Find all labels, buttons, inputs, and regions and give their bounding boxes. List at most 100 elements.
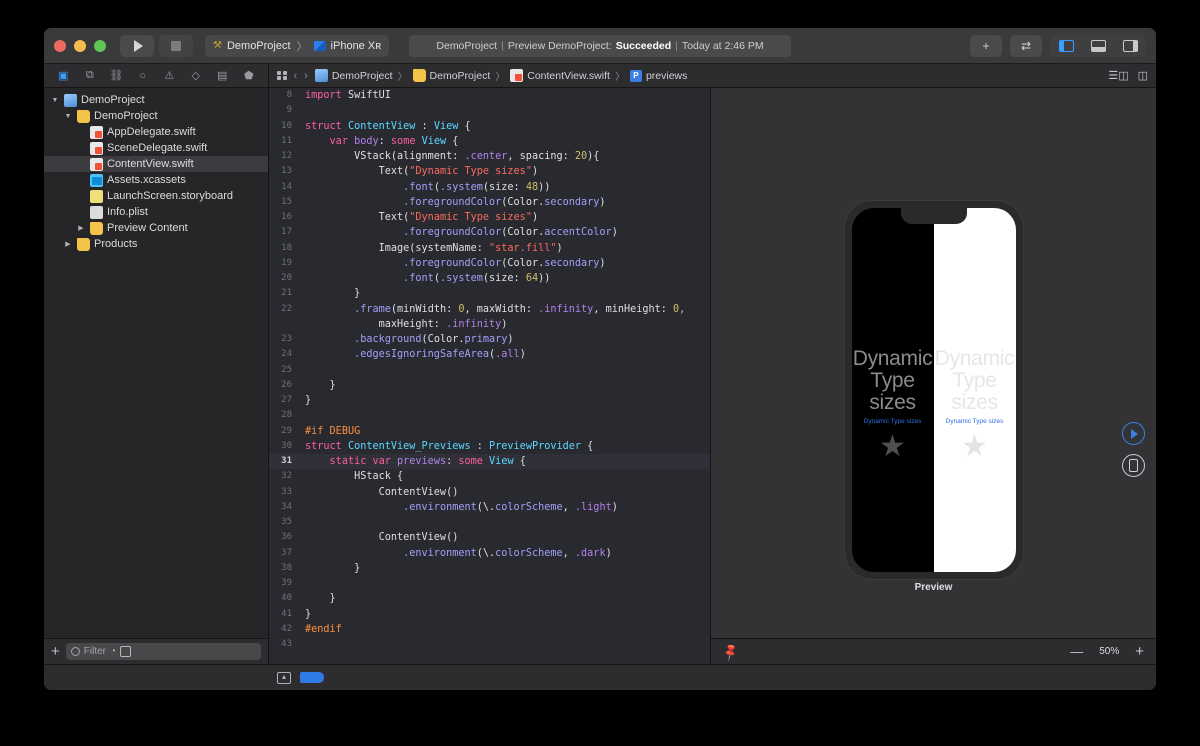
- preview-on-device-button[interactable]: [1122, 454, 1145, 477]
- minimap-icon[interactable]: ☰◫: [1108, 69, 1128, 82]
- assistant-editor-icon[interactable]: ◫: [1138, 69, 1148, 82]
- tree-item[interactable]: ▶ContentView.swift: [44, 156, 268, 172]
- source-code-editor[interactable]: 8 import SwiftUI 9 10 struct ContentView : V…: [269, 88, 710, 664]
- navigator-tab-source-control-navigator[interactable]: ⧉: [81, 68, 98, 83]
- filter-input[interactable]: Filter ◔: [65, 643, 261, 660]
- breadcrumb-item[interactable]: ContentView.swift: [527, 70, 610, 82]
- code-line[interactable]: 12 VStack(alignment: .center, spacing: 2…: [269, 149, 710, 164]
- add-editor-button[interactable]: +: [970, 34, 1002, 57]
- code-line[interactable]: 26 }: [269, 378, 710, 393]
- code-line[interactable]: maxHeight: .infinity): [269, 317, 710, 332]
- scheme-selector[interactable]: ⚒ DemoProject 〉 iPhone Xʀ: [205, 34, 390, 57]
- code-line[interactable]: 23 .background(Color.primary): [269, 332, 710, 347]
- tree-item[interactable]: ▶AppDelegate.swift: [44, 124, 268, 140]
- code-line[interactable]: 14 .font(.system(size: 48)): [269, 180, 710, 195]
- image-preview-icon[interactable]: ▲: [277, 671, 291, 684]
- code-line[interactable]: 27}: [269, 393, 710, 408]
- code-line[interactable]: 18 Image(systemName: "star.fill"): [269, 241, 710, 256]
- run-button[interactable]: [120, 34, 154, 57]
- code-line[interactable]: 13 Text("Dynamic Type sizes"): [269, 164, 710, 179]
- code-line[interactable]: 10 struct ContentView : View {: [269, 119, 710, 134]
- back-button[interactable]: ‹: [294, 70, 298, 82]
- code-line[interactable]: 34 .environment(\.colorScheme, .light): [269, 500, 710, 515]
- forward-button[interactable]: ›: [304, 70, 308, 82]
- navigator-tab-project-navigator[interactable]: ▣: [55, 68, 72, 83]
- toggle-navigator-button[interactable]: [1050, 35, 1082, 57]
- disclosure-triangle-icon[interactable]: ▼: [50, 97, 60, 104]
- disclosure-triangle-icon[interactable]: ▼: [63, 113, 73, 120]
- bottom-panel-icon: [1090, 39, 1106, 52]
- close-window-button[interactable]: [54, 39, 66, 52]
- code-line[interactable]: 40 }: [269, 591, 710, 606]
- navigator-tab-debug-navigator[interactable]: ▤: [214, 68, 231, 83]
- code-line[interactable]: 32 HStack {: [269, 469, 710, 484]
- zoom-in-button[interactable]: +: [1135, 644, 1144, 659]
- navigator-tab-issue-navigator[interactable]: ⚠: [161, 68, 178, 83]
- code-line[interactable]: 11 var body: some View {: [269, 134, 710, 149]
- code-line[interactable]: 30 struct ContentView_Previews : PreviewP…: [269, 439, 710, 454]
- code-line[interactable]: 22 .frame(minWidth: 0, maxWidth: .infini…: [269, 302, 710, 317]
- disclosure-triangle-icon[interactable]: ▶: [76, 224, 86, 232]
- line-number: 8: [286, 90, 292, 100]
- breadcrumb-item[interactable]: DemoProject: [332, 70, 393, 82]
- code-line-text: #endif: [305, 623, 342, 635]
- filter-toggle-icon[interactable]: [120, 646, 132, 657]
- breadcrumb-item[interactable]: DemoProject: [430, 70, 491, 82]
- code-line[interactable]: 25: [269, 363, 710, 378]
- stop-button[interactable]: [159, 34, 193, 57]
- toggle-debug-area-button[interactable]: [1082, 35, 1114, 57]
- minimize-window-button[interactable]: [74, 39, 86, 52]
- navigator-tab-test-navigator[interactable]: ◇: [187, 68, 204, 83]
- tree-item[interactable]: ▶LaunchScreen.storyboard: [44, 188, 268, 204]
- tree-item[interactable]: ▶Info.plist: [44, 204, 268, 220]
- code-line[interactable]: 43: [269, 637, 710, 652]
- add-file-button[interactable]: +: [51, 644, 60, 659]
- code-line[interactable]: 36 ContentView(): [269, 530, 710, 545]
- maximize-window-button[interactable]: [94, 39, 106, 52]
- code-line[interactable]: 41}: [269, 607, 710, 622]
- toggle-inspector-button[interactable]: [1114, 35, 1146, 57]
- code-line[interactable]: 8 import SwiftUI: [269, 88, 710, 103]
- code-line[interactable]: 42 #endif: [269, 622, 710, 637]
- scheme-project-label: DemoProject: [226, 39, 291, 52]
- zoom-out-button[interactable]: —: [1070, 645, 1083, 658]
- code-line[interactable]: 28: [269, 408, 710, 423]
- code-line[interactable]: 38 }: [269, 561, 710, 576]
- tree-item[interactable]: ▼ DemoProject: [44, 92, 268, 108]
- code-line[interactable]: 17 .foregroundColor(Color.accentColor): [269, 225, 710, 240]
- recent-files-icon[interactable]: ◔: [110, 646, 116, 657]
- code-line[interactable]: 19 .foregroundColor(Color.secondary): [269, 256, 710, 271]
- live-preview-button[interactable]: [1122, 422, 1145, 445]
- code-line[interactable]: 35: [269, 515, 710, 530]
- code-line[interactable]: 21 }: [269, 286, 710, 301]
- preview-device[interactable]: Dynamic Type sizes Dynamic Type sizes ★ …: [843, 200, 1024, 580]
- navigator-tab-symbol-navigator[interactable]: ⛓: [108, 68, 125, 83]
- code-line[interactable]: 20 .font(.system(size: 64)): [269, 271, 710, 286]
- code-line[interactable]: 37 .environment(\.colorScheme, .dark): [269, 546, 710, 561]
- code-line[interactable]: 24 .edgesIgnoringSafeArea(.all): [269, 347, 710, 362]
- code-line[interactable]: 9: [269, 103, 710, 118]
- toggle-editor-mode-button[interactable]: ⇄: [1010, 34, 1042, 57]
- tree-item-label: AppDelegate.swift: [107, 126, 196, 138]
- code-line-text: }: [305, 288, 361, 300]
- code-line[interactable]: 15 .foregroundColor(Color.secondary): [269, 195, 710, 210]
- tree-item[interactable]: ▼ DemoProject: [44, 108, 268, 124]
- breadcrumb-item[interactable]: previews: [646, 70, 687, 82]
- related-items-icon[interactable]: [277, 70, 287, 81]
- pin-preview-icon[interactable]: 📌: [720, 641, 740, 661]
- code-line[interactable]: 31 static var previews: some View {: [269, 454, 710, 470]
- tree-item[interactable]: ▶ Preview Content: [44, 220, 268, 236]
- tree-item[interactable]: ▶SceneDelegate.swift: [44, 140, 268, 156]
- tree-item[interactable]: ▶ Products: [44, 236, 268, 252]
- line-number: 28: [281, 410, 292, 421]
- tag-indicator[interactable]: [300, 672, 324, 683]
- code-line[interactable]: 39: [269, 576, 710, 591]
- tree-item[interactable]: ▶Assets.xcassets: [44, 172, 268, 188]
- navigator-tab-breakpoint-navigator[interactable]: ⬟: [240, 68, 257, 83]
- disclosure-triangle-icon[interactable]: ▶: [63, 240, 73, 248]
- navigator-tab-find-navigator[interactable]: ○: [134, 68, 151, 83]
- activity-status-bar[interactable]: DemoProject | Preview DemoProject: Succe…: [409, 34, 791, 57]
- code-line[interactable]: 29 #if DEBUG: [269, 424, 710, 439]
- code-line[interactable]: 33 ContentView(): [269, 485, 710, 500]
- code-line[interactable]: 16 Text("Dynamic Type sizes"): [269, 210, 710, 225]
